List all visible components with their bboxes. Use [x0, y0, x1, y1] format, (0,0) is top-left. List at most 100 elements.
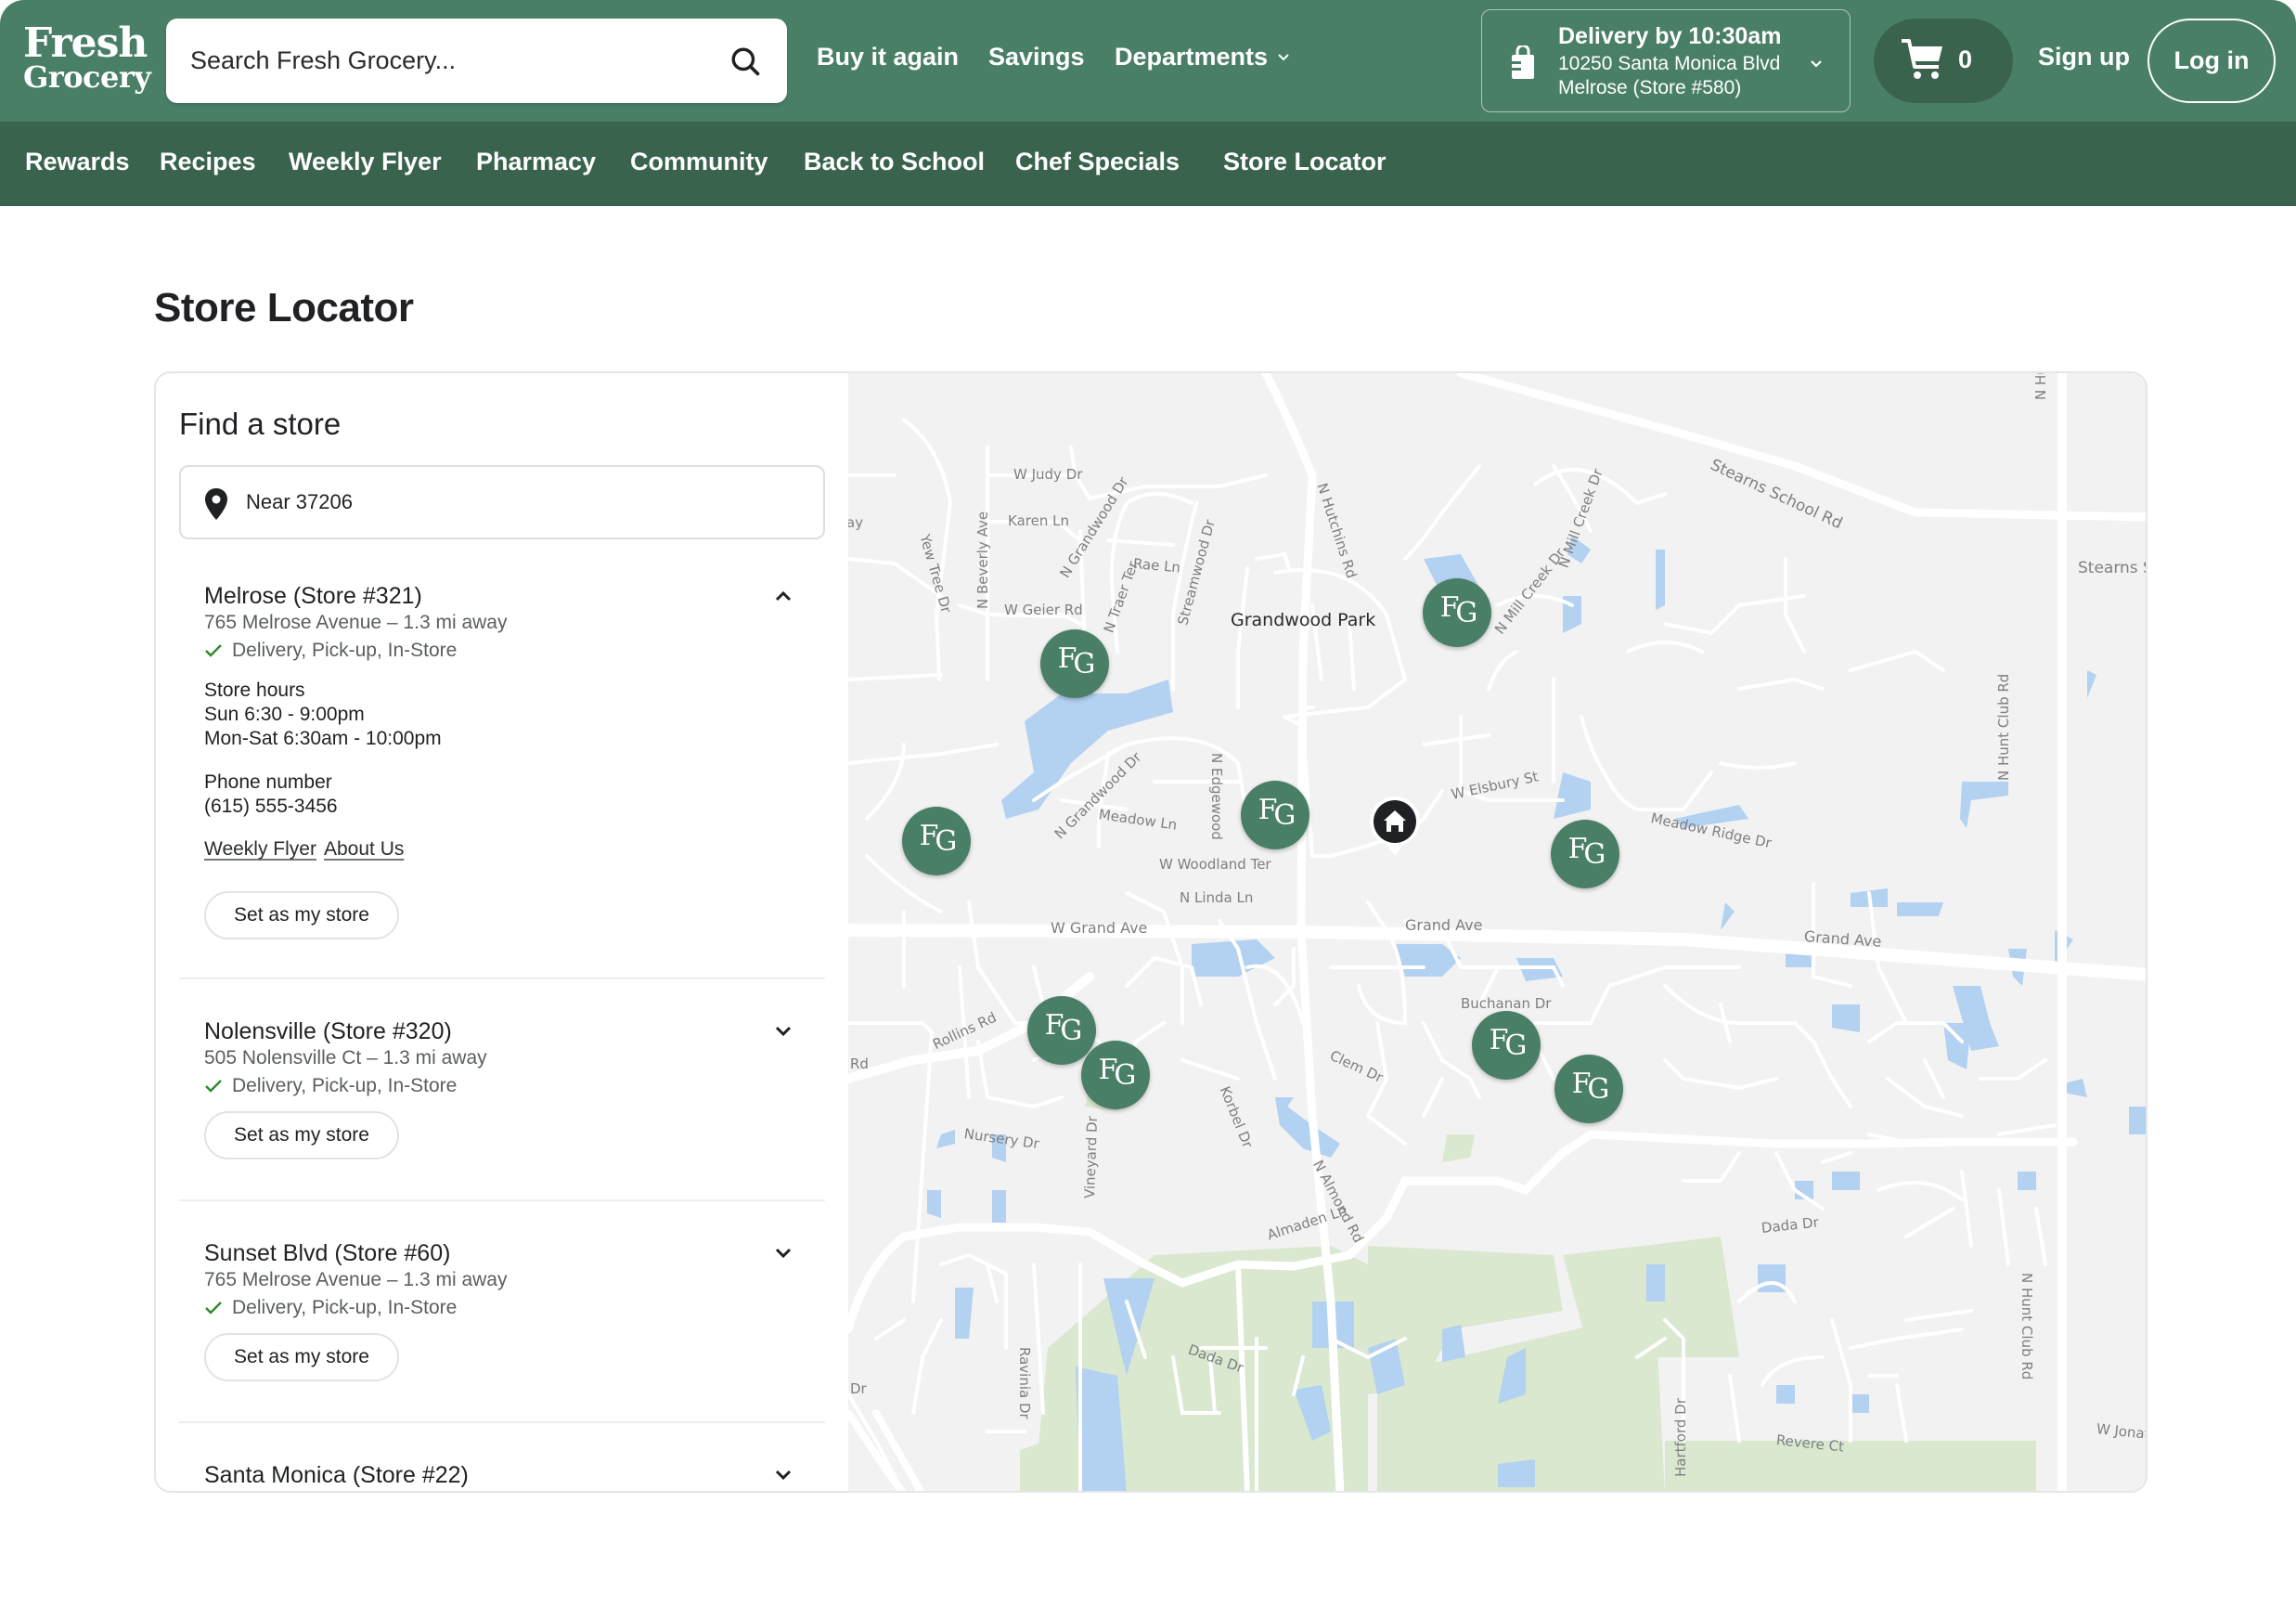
store-marker[interactable]: FG: [902, 807, 971, 875]
map-major-roads: [848, 373, 2146, 1491]
shopping-bag-icon: [1508, 45, 1534, 79]
street-label: W Geier Rd: [1004, 602, 1083, 618]
delivery-selector[interactable]: Delivery by 10:30am 10250 Santa Monica B…: [1481, 9, 1851, 112]
location-field: [179, 465, 825, 539]
store-map[interactable]: W Judy Dr Karen Ln N Grandwood Dr Rae Ln…: [848, 373, 2148, 1491]
store-address: 505 Nolensville Ct – 1.3 mi away: [204, 1047, 487, 1069]
nav-departments[interactable]: Departments: [1115, 43, 1290, 71]
store-marker-logo: FG: [1567, 833, 1606, 871]
cart-icon: [1902, 39, 1942, 79]
store-services-text: Delivery, Pick-up, In-Store: [232, 1075, 458, 1096]
street-label: Grand Ave: [1405, 916, 1483, 934]
search-input[interactable]: [190, 19, 710, 103]
map-base-layer: [848, 373, 2146, 1491]
store-item: Melrose (Store #321) 765 Melrose Avenue …: [179, 583, 825, 939]
street-label: N Hun: [2032, 373, 2049, 400]
store-marker[interactable]: FG: [1423, 578, 1491, 647]
store-marker[interactable]: FG: [1081, 1041, 1150, 1109]
delivery-address: 10250 Santa Monica Blvd: [1558, 53, 1781, 74]
checkmark-icon: [205, 644, 222, 657]
chevron-up-icon[interactable]: [773, 589, 793, 603]
cart-button[interactable]: 0: [1874, 19, 2013, 103]
chevron-down-icon[interactable]: [773, 1246, 793, 1261]
store-list-panel[interactable]: Find a store Melrose (Store #321) 765 Me…: [156, 373, 848, 1491]
nav-savings[interactable]: Savings: [988, 43, 1085, 71]
logo-line-2: Grocery: [23, 58, 151, 95]
subnav-back-to-school[interactable]: Back to School: [804, 148, 985, 176]
location-input[interactable]: [246, 467, 803, 538]
chevron-down-icon: [1278, 53, 1289, 60]
subnav-community[interactable]: Community: [630, 148, 768, 176]
find-store-heading: Find a store: [179, 407, 342, 441]
street-label: Stearns S: [2078, 559, 2148, 577]
nav-departments-label: Departments: [1115, 43, 1269, 71]
divider: [179, 1199, 825, 1201]
store-address: 765 Melrose Avenue – 1.3 mi away: [204, 1269, 508, 1290]
chevron-down-icon[interactable]: [773, 1024, 793, 1039]
search-icon[interactable]: [729, 45, 761, 77]
set-as-my-store-button[interactable]: Set as my store: [204, 891, 399, 939]
street-label: Karen Ln: [1008, 512, 1069, 529]
chevron-down-icon[interactable]: [773, 1468, 793, 1483]
store-marker-logo: FG: [1098, 1054, 1137, 1092]
store-marker-logo: FG: [1489, 1024, 1528, 1062]
page-title: Store Locator: [154, 285, 414, 330]
store-hours-label: Store hours: [204, 680, 305, 701]
street-label: Rd: [850, 1056, 869, 1072]
store-item: Sunset Blvd (Store #60) 765 Melrose Aven…: [179, 1240, 825, 1381]
location-pin-icon: [205, 488, 227, 520]
street-label: Buchanan Dr: [1461, 995, 1552, 1012]
sign-up-link[interactable]: Sign up: [2038, 43, 2130, 71]
subnav-weekly-flyer[interactable]: Weekly Flyer: [289, 148, 442, 176]
store-item: Santa Monica (Store #22): [179, 1462, 825, 1491]
store-hours-sunday: Sun 6:30 - 9:00pm: [204, 704, 365, 725]
street-label: N Beverly Ave: [974, 511, 991, 609]
store-name: Santa Monica (Store #22): [204, 1462, 469, 1488]
set-as-my-store-button[interactable]: Set as my store: [204, 1333, 399, 1381]
logo[interactable]: Fresh Grocery: [23, 19, 151, 95]
store-marker-logo: FG: [1044, 1009, 1083, 1047]
map-parks: [1020, 1088, 2036, 1491]
store-marker[interactable]: FG: [1551, 820, 1619, 888]
street-label: W Judy Dr: [1013, 466, 1083, 483]
store-services-text: Delivery, Pick-up, In-Store: [232, 1297, 458, 1318]
subnav-chef-specials[interactable]: Chef Specials: [1015, 148, 1180, 176]
subnav-recipes[interactable]: Recipes: [160, 148, 256, 176]
store-marker-logo: FG: [1571, 1068, 1610, 1106]
subnav-rewards[interactable]: Rewards: [25, 148, 130, 176]
store-marker-logo: FG: [1057, 642, 1096, 680]
street-label: Dr: [850, 1380, 867, 1397]
logo-line-1: Fresh: [23, 19, 148, 67]
weekly-flyer-link[interactable]: Weekly Flyer: [204, 838, 316, 861]
about-us-link[interactable]: About Us: [324, 838, 404, 861]
delivery-time: Delivery by 10:30am: [1558, 23, 1782, 49]
phone-label: Phone number: [204, 771, 332, 793]
nav-buy-it-again[interactable]: Buy it again: [817, 43, 959, 71]
set-as-my-store-button[interactable]: Set as my store: [204, 1111, 399, 1159]
subnav-store-locator[interactable]: Store Locator: [1223, 148, 1387, 176]
street-label: W Woodland Ter: [1159, 856, 1271, 873]
log-in-button[interactable]: Log in: [2148, 19, 2276, 103]
divider: [179, 1421, 825, 1423]
subnav-pharmacy[interactable]: Pharmacy: [476, 148, 596, 176]
store-marker[interactable]: FG: [1241, 781, 1309, 849]
street-label: Ravinia Dr: [1016, 1347, 1033, 1419]
street-label: Vineyard Dr: [1081, 1115, 1102, 1199]
search-box: [166, 19, 787, 103]
store-locator-card: Find a store Melrose (Store #321) 765 Me…: [154, 371, 2148, 1493]
delivery-store: Melrose (Store #580): [1558, 77, 1742, 98]
cart-count: 0: [1958, 45, 1973, 73]
phone-number: (615) 555-3456: [204, 796, 338, 817]
street-label: W Grand Ave: [1051, 919, 1148, 937]
divider: [179, 978, 825, 979]
home-location-pin[interactable]: [1368, 795, 1422, 860]
store-marker[interactable]: FG: [1040, 629, 1109, 698]
store-marker[interactable]: FG: [1472, 1011, 1541, 1080]
store-marker[interactable]: FG: [1554, 1055, 1623, 1123]
street-label: ay: [848, 514, 864, 531]
store-name: Nolensville (Store #320): [204, 1018, 452, 1044]
store-name: Melrose (Store #321): [204, 583, 422, 609]
street-label: N Hunt Club Rd: [2019, 1273, 2035, 1380]
store-services: Delivery, Pick-up, In-Store: [204, 1297, 457, 1319]
store-services-text: Delivery, Pick-up, In-Store: [232, 640, 458, 661]
